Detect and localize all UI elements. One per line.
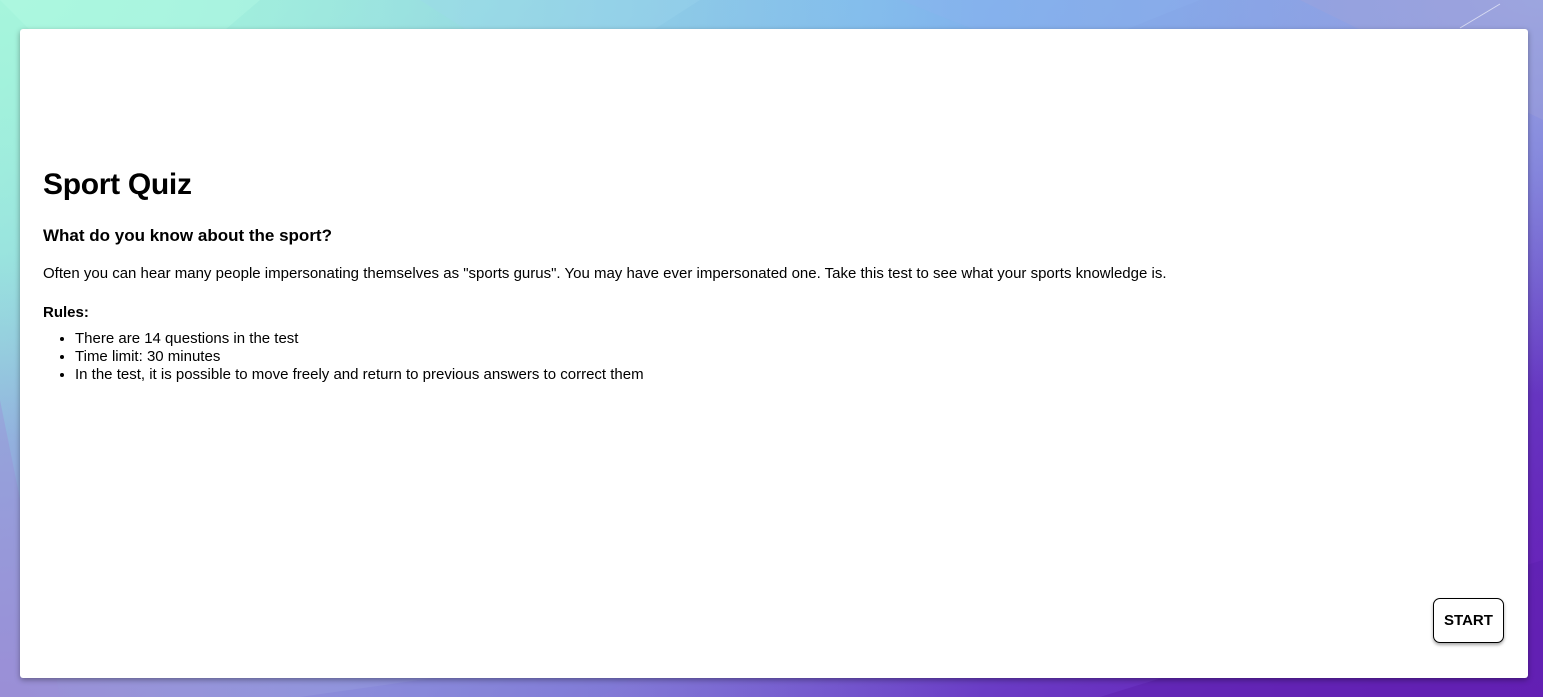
start-button[interactable]: START [1433, 598, 1504, 643]
rules-heading: Rules: [43, 304, 89, 321]
quiz-intro: Sport Quiz What do you know about the sp… [43, 167, 1483, 384]
rule-item-navigation: In the test, it is possible to move free… [75, 366, 1483, 384]
quiz-card: Sport Quiz What do you know about the sp… [20, 29, 1528, 678]
quiz-description: Often you can hear many people impersona… [43, 265, 1167, 282]
page-title: Sport Quiz [43, 168, 192, 201]
rule-item-time-limit: Time limit: 30 minutes [75, 348, 1483, 366]
rules-list: There are 14 questions in the test Time … [43, 330, 1483, 384]
quiz-subtitle: What do you know about the sport? [43, 226, 332, 245]
rule-item-questions: There are 14 questions in the test [75, 330, 1483, 348]
